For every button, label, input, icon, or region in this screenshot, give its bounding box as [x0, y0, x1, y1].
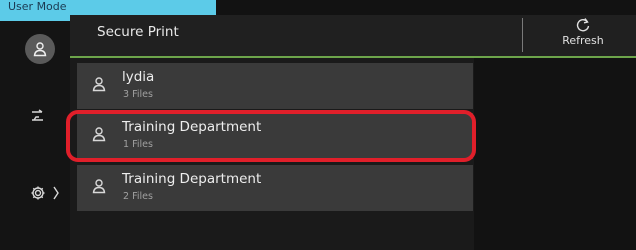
refresh-icon [576, 18, 590, 32]
file-count: 3 Files [123, 89, 153, 100]
user-icon [91, 178, 107, 198]
settings-button[interactable] [30, 185, 60, 201]
user-icon [91, 126, 107, 146]
user-icon [33, 42, 47, 57]
user-account-button[interactable] [25, 34, 55, 64]
user-name: lydia [122, 69, 155, 85]
page-title: Secure Print [97, 24, 179, 40]
file-count: 2 Files [123, 191, 153, 202]
user-row[interactable]: lydia 3 Files [77, 63, 473, 109]
header-divider [522, 18, 523, 52]
user-list-panel: lydia 3 Files Training Department 1 File… [70, 58, 474, 250]
empty-right-area [474, 58, 636, 250]
header-bar: Secure Print Refresh [70, 15, 636, 58]
user-name: Training Department [122, 119, 262, 135]
user-row[interactable]: Training Department 2 Files [77, 165, 473, 211]
refresh-button[interactable]: Refresh [548, 17, 618, 55]
file-count: 1 Files [123, 139, 153, 150]
mode-label: User Mode [8, 0, 67, 13]
user-row[interactable]: Training Department 1 Files [77, 113, 473, 159]
left-rail [0, 21, 70, 250]
chevron-right-icon [53, 186, 59, 200]
user-icon [91, 76, 107, 96]
gear-icon [31, 186, 45, 200]
logout-button[interactable] [30, 109, 46, 123]
refresh-label: Refresh [562, 34, 604, 47]
user-name: Training Department [122, 171, 262, 187]
log-out-icon [32, 109, 43, 121]
